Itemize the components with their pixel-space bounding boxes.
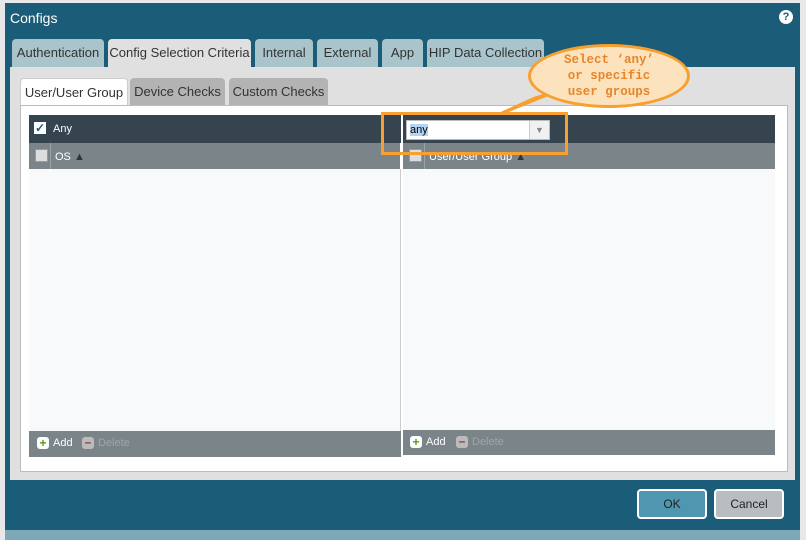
help-icon[interactable]: ?: [779, 10, 793, 24]
sort-asc-icon: ▲: [73, 151, 85, 163]
os-add-button[interactable]: + Add: [37, 437, 73, 449]
os-delete-button[interactable]: – Delete: [82, 436, 130, 449]
dialog-bottom-strip: [5, 530, 800, 540]
user-group-delete-button[interactable]: – Delete: [456, 435, 504, 448]
cancel-button[interactable]: Cancel: [714, 489, 784, 519]
os-column-label: OS: [55, 151, 71, 163]
dialog-title: Configs: [10, 10, 58, 26]
user-group-list: [403, 169, 775, 430]
callout-bubble: Select ‘any’ or specific user groups: [528, 44, 690, 108]
tab-authentication[interactable]: Authentication: [12, 39, 104, 67]
any-label: Any: [53, 123, 72, 135]
subtab-custom-checks[interactable]: Custom Checks: [229, 78, 328, 105]
delete-icon: –: [456, 435, 468, 448]
add-icon: +: [410, 436, 422, 448]
divider: [50, 143, 51, 169]
callout-line: Select ‘any’: [563, 53, 654, 67]
os-select-all-checkbox[interactable]: [35, 149, 48, 162]
highlight-box: [381, 112, 568, 155]
os-list: [29, 169, 401, 431]
callout-line: or specific: [567, 69, 651, 83]
ok-button[interactable]: OK: [637, 489, 707, 519]
callout-line: user groups: [567, 85, 651, 99]
tab-config-selection-criteria[interactable]: Config Selection Criteria: [108, 39, 251, 67]
any-row: [29, 115, 401, 143]
subtab-device-checks[interactable]: Device Checks: [130, 78, 225, 105]
add-icon: +: [37, 437, 49, 449]
tab-internal[interactable]: Internal: [255, 39, 313, 67]
delete-icon: –: [82, 436, 94, 449]
subtab-user-group[interactable]: User/User Group: [20, 78, 128, 107]
any-checkbox[interactable]: ✓: [34, 122, 46, 134]
user-group-add-button[interactable]: + Add: [410, 436, 446, 448]
